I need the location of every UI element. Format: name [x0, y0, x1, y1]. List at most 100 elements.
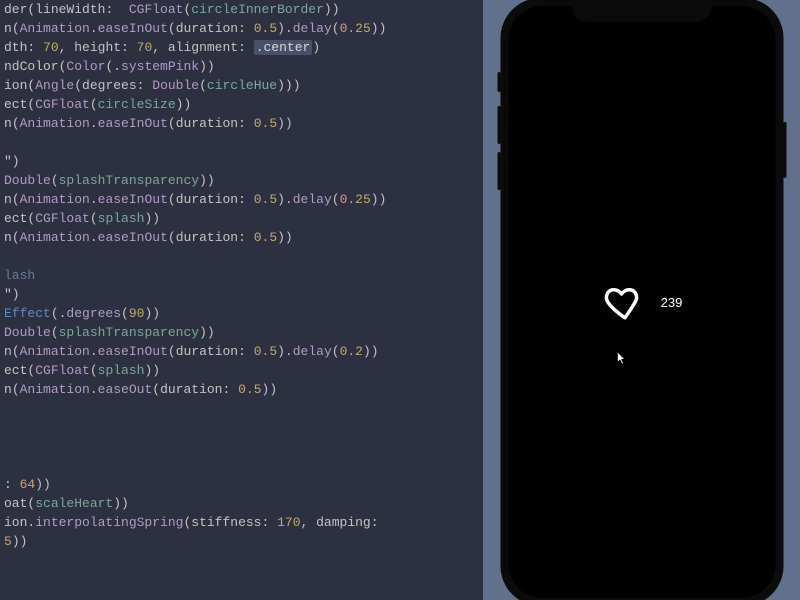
code-token: 64 [20, 477, 36, 492]
code-token: )) [199, 173, 215, 188]
code-token: ( [51, 325, 59, 340]
code-token: )) [371, 192, 387, 207]
code-block[interactable]: der(lineWidth: CGFloat(circleInnerBorder… [0, 0, 483, 551]
code-line[interactable]: ion(Angle(degrees: Double(circleHue))) [0, 76, 483, 95]
code-token: 0.5 [254, 230, 277, 245]
code-line[interactable] [0, 247, 483, 266]
code-token: Double [152, 78, 199, 93]
code-token: Animation [20, 116, 90, 131]
code-line[interactable] [0, 399, 483, 418]
code-line[interactable]: ndColor(Color(.systemPink)) [0, 57, 483, 76]
preview-pane: 239 [483, 0, 800, 600]
code-line[interactable]: Double(splashTransparency)) [0, 171, 483, 190]
code-line[interactable]: n(Animation.easeInOut(duration: 0.5)) [0, 114, 483, 133]
code-token: 0.2 [340, 344, 363, 359]
code-token: ( [332, 192, 340, 207]
code-token: ( [12, 192, 20, 207]
code-token: ). [277, 344, 293, 359]
code-line[interactable]: n(Animation.easeInOut(duration: 0.5).del… [0, 190, 483, 209]
code-token: CGFloat [35, 211, 90, 226]
code-token: circleHue [207, 78, 277, 93]
code-token: ( [74, 78, 82, 93]
code-token: n [4, 116, 12, 131]
code-token: systemPink [121, 59, 199, 74]
code-token: oat [4, 496, 27, 511]
code-line[interactable]: 5)) [0, 532, 483, 551]
code-line[interactable]: oat(scaleHeart)) [0, 494, 483, 513]
code-token: ( [168, 344, 176, 359]
code-line[interactable]: n(Animation.easeInOut(duration: 0.5)) [0, 228, 483, 247]
code-token: Double [4, 173, 51, 188]
code-token: ( [90, 363, 98, 378]
code-line[interactable] [0, 456, 483, 475]
code-line[interactable]: ") [0, 152, 483, 171]
code-token: splash [98, 363, 145, 378]
code-token: n [4, 192, 12, 207]
code-token: : [238, 21, 254, 36]
code-line[interactable]: ect(CGFloat(splash)) [0, 361, 483, 380]
code-line[interactable] [0, 418, 483, 437]
code-token: ). [277, 21, 293, 36]
code-token: ( [12, 230, 20, 245]
code-token: )) [144, 211, 160, 226]
code-token: Angle [35, 78, 74, 93]
code-token: 0.5 [254, 116, 277, 131]
code-line[interactable]: ect(CGFloat(splash)) [0, 209, 483, 228]
code-token: : [27, 40, 43, 55]
code-token: ion [4, 78, 27, 93]
code-token: : [238, 230, 254, 245]
code-line[interactable]: n(Animation.easeInOut(duration: 0.5).del… [0, 19, 483, 38]
code-line[interactable]: lash [0, 266, 483, 285]
code-line[interactable]: ion.interpolatingSpring(stiffness: 170, … [0, 513, 483, 532]
like-control[interactable]: 239 [601, 281, 683, 323]
code-token: Animation [20, 230, 90, 245]
code-token: ( [90, 211, 98, 226]
code-token: CGFloat [35, 97, 90, 112]
code-token: : [238, 344, 254, 359]
code-line[interactable]: n(Animation.easeOut(duration: 0.5)) [0, 380, 483, 399]
code-token: circleSize [98, 97, 176, 112]
code-line[interactable] [0, 437, 483, 456]
code-token: delay [293, 21, 332, 36]
code-token: n [4, 382, 12, 397]
code-line[interactable]: ") [0, 285, 483, 304]
code-token: )) [262, 382, 278, 397]
code-token: )) [277, 116, 293, 131]
code-token: duration [176, 192, 238, 207]
code-token: ( [12, 382, 20, 397]
code-token: splash [98, 211, 145, 226]
code-line[interactable]: Double(splashTransparency)) [0, 323, 483, 342]
code-token: ( [168, 230, 176, 245]
code-token: ( [332, 344, 340, 359]
code-token: damping [316, 515, 371, 530]
code-token: )) [199, 59, 215, 74]
code-token: ect [4, 363, 27, 378]
code-token: ( [168, 192, 176, 207]
code-token: . [90, 116, 98, 131]
code-token: : [105, 2, 128, 17]
code-editor-pane[interactable]: der(lineWidth: CGFloat(circleInnerBorder… [0, 0, 483, 600]
code-token: easeInOut [98, 116, 168, 131]
code-line[interactable]: Effect(.degrees(90)) [0, 304, 483, 323]
code-token: )) [199, 325, 215, 340]
code-token: easeInOut [98, 192, 168, 207]
code-line[interactable]: n(Animation.easeInOut(duration: 0.5).del… [0, 342, 483, 361]
code-token: Animation [20, 382, 90, 397]
code-token: lineWidth [35, 2, 105, 17]
code-token: ect [4, 211, 27, 226]
code-line[interactable]: dth: 70, height: 70, alignment: .center) [0, 38, 483, 57]
code-token: : [121, 40, 137, 55]
code-line[interactable]: ect(CGFloat(circleSize)) [0, 95, 483, 114]
phone-screen[interactable]: 239 [508, 6, 775, 598]
code-token: degrees [66, 306, 121, 321]
code-token: 170 [277, 515, 300, 530]
code-token: degrees [82, 78, 137, 93]
code-token: ( [332, 21, 340, 36]
heart-icon[interactable] [601, 281, 643, 323]
code-line[interactable]: : 64)) [0, 475, 483, 494]
code-line[interactable]: der(lineWidth: CGFloat(circleInnerBorder… [0, 0, 483, 19]
code-token: , [301, 515, 317, 530]
code-token: ) [312, 40, 320, 55]
code-line[interactable] [0, 133, 483, 152]
code-token: : [238, 192, 254, 207]
